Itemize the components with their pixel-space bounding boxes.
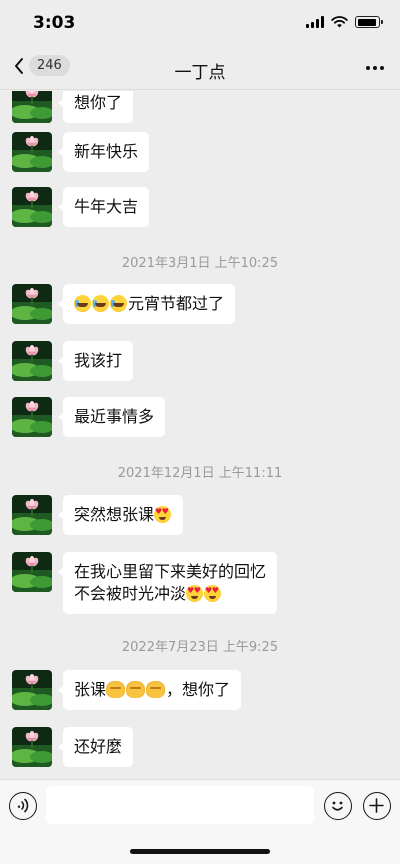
message-row: 在我心里留下来美好的回忆 不会被时光冲淡	[12, 552, 278, 614]
avatar[interactable]	[12, 91, 52, 123]
more-options-button[interactable]	[366, 58, 384, 78]
message-row: 还好麼	[12, 727, 134, 767]
message-bubble-wrap: 想你了	[57, 91, 134, 123]
avatar[interactable]	[12, 495, 52, 535]
message-bubble-wrap: 在我心里留下来美好的回忆 不会被时光冲淡	[57, 552, 278, 614]
message-bubble-wrap: 元宵节都过了	[57, 284, 236, 324]
message-bubble[interactable]: 我该打	[63, 341, 134, 381]
message-row: 最近事情多	[12, 397, 166, 437]
home-indicator[interactable]	[130, 849, 270, 854]
message-bubble[interactable]: 在我心里留下来美好的回忆 不会被时光冲淡	[63, 552, 278, 614]
avatar[interactable]	[12, 670, 52, 710]
message-row: 张课 ，想你了	[12, 670, 242, 710]
chat-header: 246 一丁点	[0, 46, 400, 90]
message-row: 新年快乐	[12, 132, 150, 172]
crying-laughing-emoji-icon	[92, 295, 109, 312]
avatar[interactable]	[12, 552, 52, 592]
heart-eyes-emoji-icon	[154, 506, 172, 523]
message-timestamp: 2021年12月1日 上午11:11	[117, 466, 283, 481]
more-icon-dot	[366, 66, 370, 70]
message-row: 元宵节都过了	[12, 284, 236, 324]
message-text: 新年快乐	[74, 142, 139, 161]
chat-title: 一丁点	[174, 63, 226, 83]
message-row: 想你了	[12, 91, 134, 123]
crying-laughing-emoji-icon	[110, 295, 127, 312]
message-row: 我该打	[12, 341, 134, 381]
message-timestamp: 2021年3月1日 上午10:25	[121, 256, 279, 271]
battery-icon	[355, 16, 383, 28]
plus-icon	[369, 798, 384, 813]
message-bubble[interactable]: 牛年大吉	[63, 187, 150, 227]
handshake-emoji-icon	[106, 681, 126, 698]
message-text: 突然想张课	[74, 505, 155, 524]
message-bubble[interactable]: 突然想张课	[63, 495, 184, 535]
message-input[interactable]	[46, 786, 314, 824]
message-text: 最近事情多	[74, 407, 155, 426]
avatar[interactable]	[12, 727, 52, 767]
message-list[interactable]: 想你了新年快乐牛年大吉 2021年3月1日 上午10:25 元宵节都过了我该打最近事…	[0, 91, 400, 779]
message-bubble-wrap: 突然想张课	[57, 495, 184, 535]
avatar[interactable]	[12, 132, 52, 172]
voice-icon	[17, 798, 29, 813]
emoji-icon	[332, 801, 343, 811]
message-bubble-wrap: 最近事情多	[57, 397, 166, 437]
message-text: 元宵节都过了	[128, 294, 225, 313]
message-bubble-wrap: 还好麼	[57, 727, 134, 767]
message-bubble[interactable]: 新年快乐	[63, 132, 150, 172]
message-text: 牛年大吉	[74, 197, 139, 216]
message-row: 突然想张课	[12, 495, 184, 535]
message-bubble[interactable]: 最近事情多	[63, 397, 166, 437]
handshake-emoji-icon	[146, 681, 166, 698]
status-bar: 3:03	[0, 0, 400, 46]
message-bubble-wrap: 我该打	[57, 341, 134, 381]
message-bubble[interactable]: 元宵节都过了	[63, 284, 236, 324]
message-text: 还好麼	[74, 737, 123, 756]
message-bubble[interactable]: 想你了	[63, 91, 134, 123]
message-bubble[interactable]: 张课 ，想你了	[63, 670, 242, 710]
message-bubble-wrap: 新年快乐	[57, 132, 150, 172]
avatar[interactable]	[12, 341, 52, 381]
message-bubble-wrap: 张课 ，想你了	[57, 670, 242, 710]
status-time: 3:03	[33, 13, 76, 33]
more-functions-button[interactable]	[363, 792, 391, 820]
message-text: ，想你了	[166, 680, 231, 699]
message-timestamp: 2022年7月23日 上午9:25	[121, 640, 279, 655]
wifi-icon	[331, 16, 348, 28]
emoji-button[interactable]	[324, 792, 352, 820]
more-icon-dot	[380, 66, 384, 70]
more-icon-dot	[373, 66, 377, 70]
message-text: 在我心里留下来美好的回忆 不会被时光冲淡	[74, 562, 267, 603]
message-text: 张课	[74, 680, 107, 699]
heart-eyes-emoji-icon	[186, 585, 204, 602]
crying-laughing-emoji-icon	[74, 295, 91, 312]
status-icons	[306, 16, 383, 28]
message-bubble-wrap: 牛年大吉	[57, 187, 150, 227]
avatar[interactable]	[12, 397, 52, 437]
message-bubble[interactable]: 还好麼	[63, 727, 134, 767]
heart-eyes-emoji-icon	[204, 585, 222, 602]
avatar[interactable]	[12, 187, 52, 227]
cellular-signal-icon	[306, 16, 324, 28]
avatar[interactable]	[12, 284, 52, 324]
message-text: 我该打	[74, 351, 123, 370]
message-text: 想你了	[74, 93, 123, 112]
handshake-emoji-icon	[126, 681, 146, 698]
voice-input-button[interactable]	[9, 792, 37, 820]
message-row: 牛年大吉	[12, 187, 150, 227]
